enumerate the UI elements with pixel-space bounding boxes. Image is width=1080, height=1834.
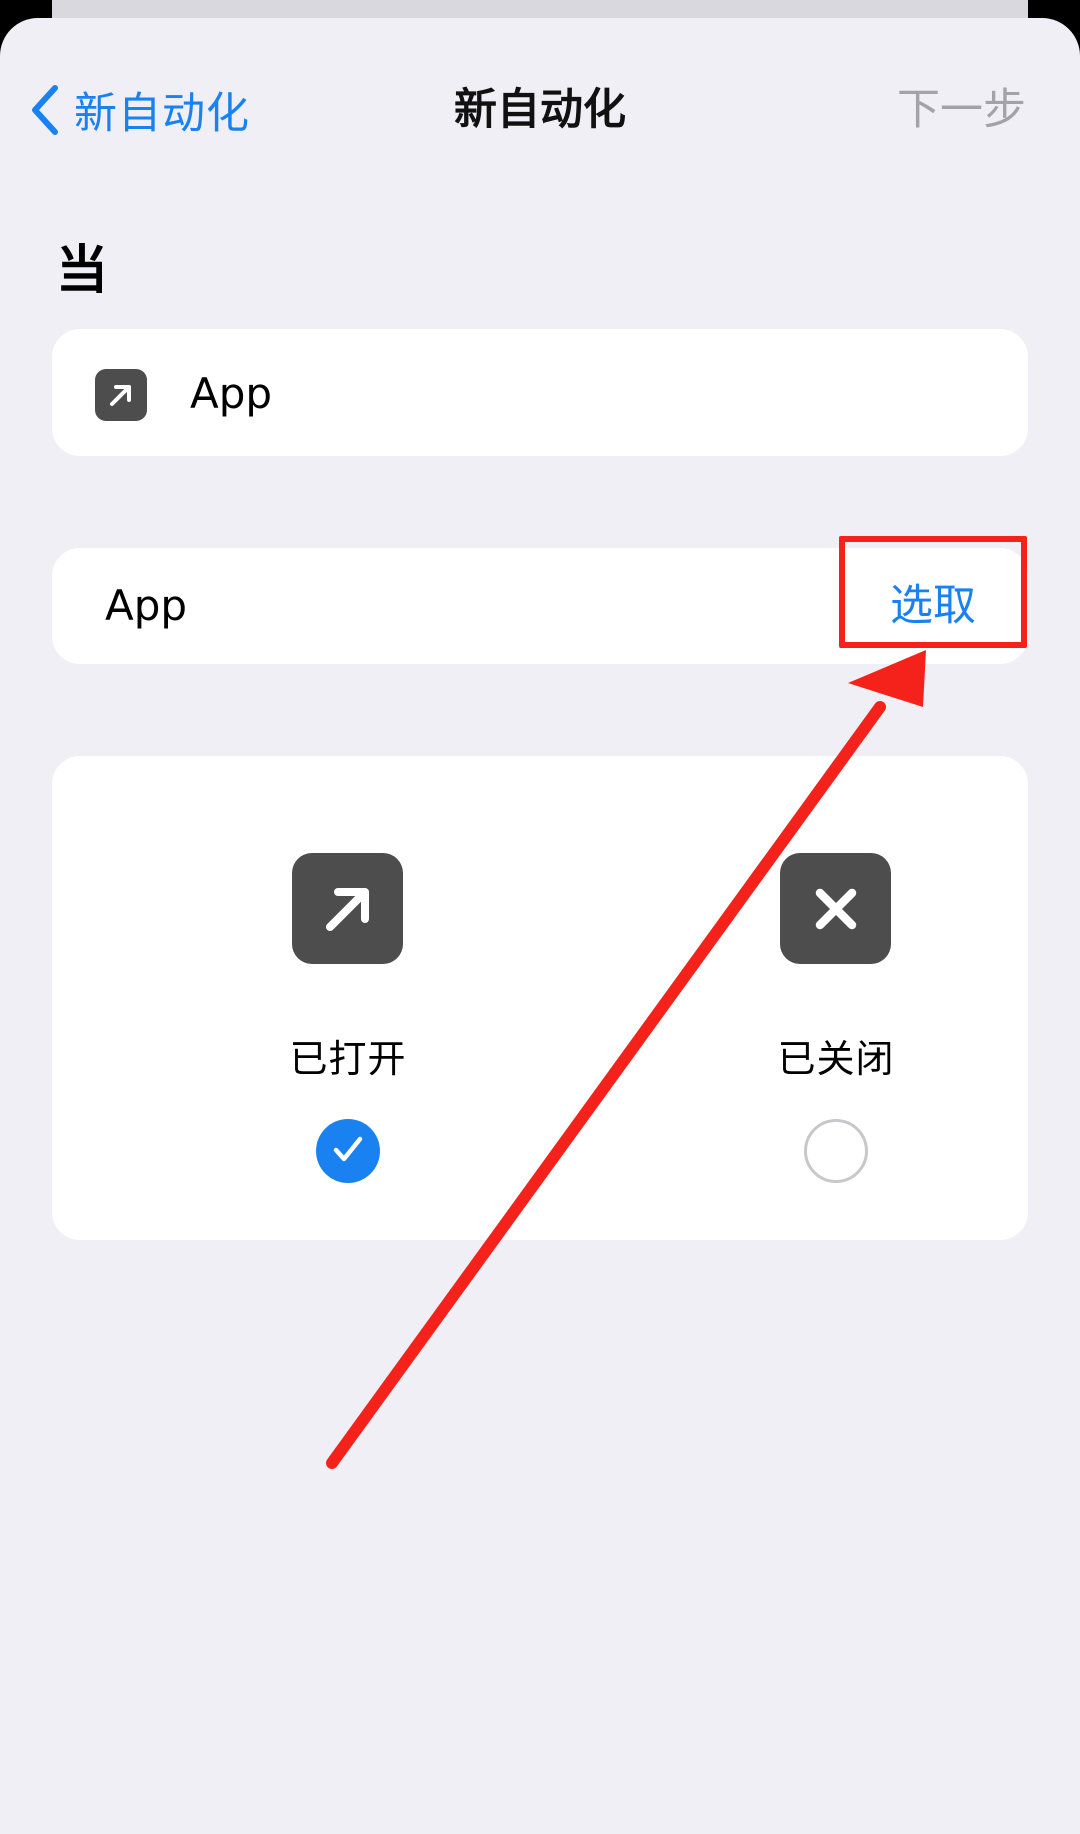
trigger-label: App [190,369,273,418]
option-closed-radio[interactable] [804,1119,868,1183]
checkmark-icon [330,1131,366,1171]
arrow-up-right-icon [292,853,403,964]
option-opened-label: 已打开 [289,1037,407,1081]
option-closed[interactable]: 已关闭 [686,756,986,1240]
option-opened[interactable]: 已打开 [198,756,498,1240]
option-closed-label: 已关闭 [777,1037,895,1081]
trigger-card[interactable]: App [52,329,1028,456]
automation-sheet: 新自动化 新自动化 下一步 当 App App 选取 已打开 已关闭 [0,18,1080,1834]
option-opened-radio[interactable] [316,1119,380,1183]
app-row-label: App [105,581,188,630]
arrow-up-right-icon [95,369,147,421]
section-header-when: 当 [56,241,109,301]
annotation-highlight-box [839,536,1027,648]
next-button[interactable]: 下一步 [897,78,1026,142]
screen: 新自动化 新自动化 下一步 当 App App 选取 已打开 已关闭 [0,0,1080,1834]
close-x-icon [780,853,891,964]
state-options-card: 已打开 已关闭 [52,756,1028,1240]
